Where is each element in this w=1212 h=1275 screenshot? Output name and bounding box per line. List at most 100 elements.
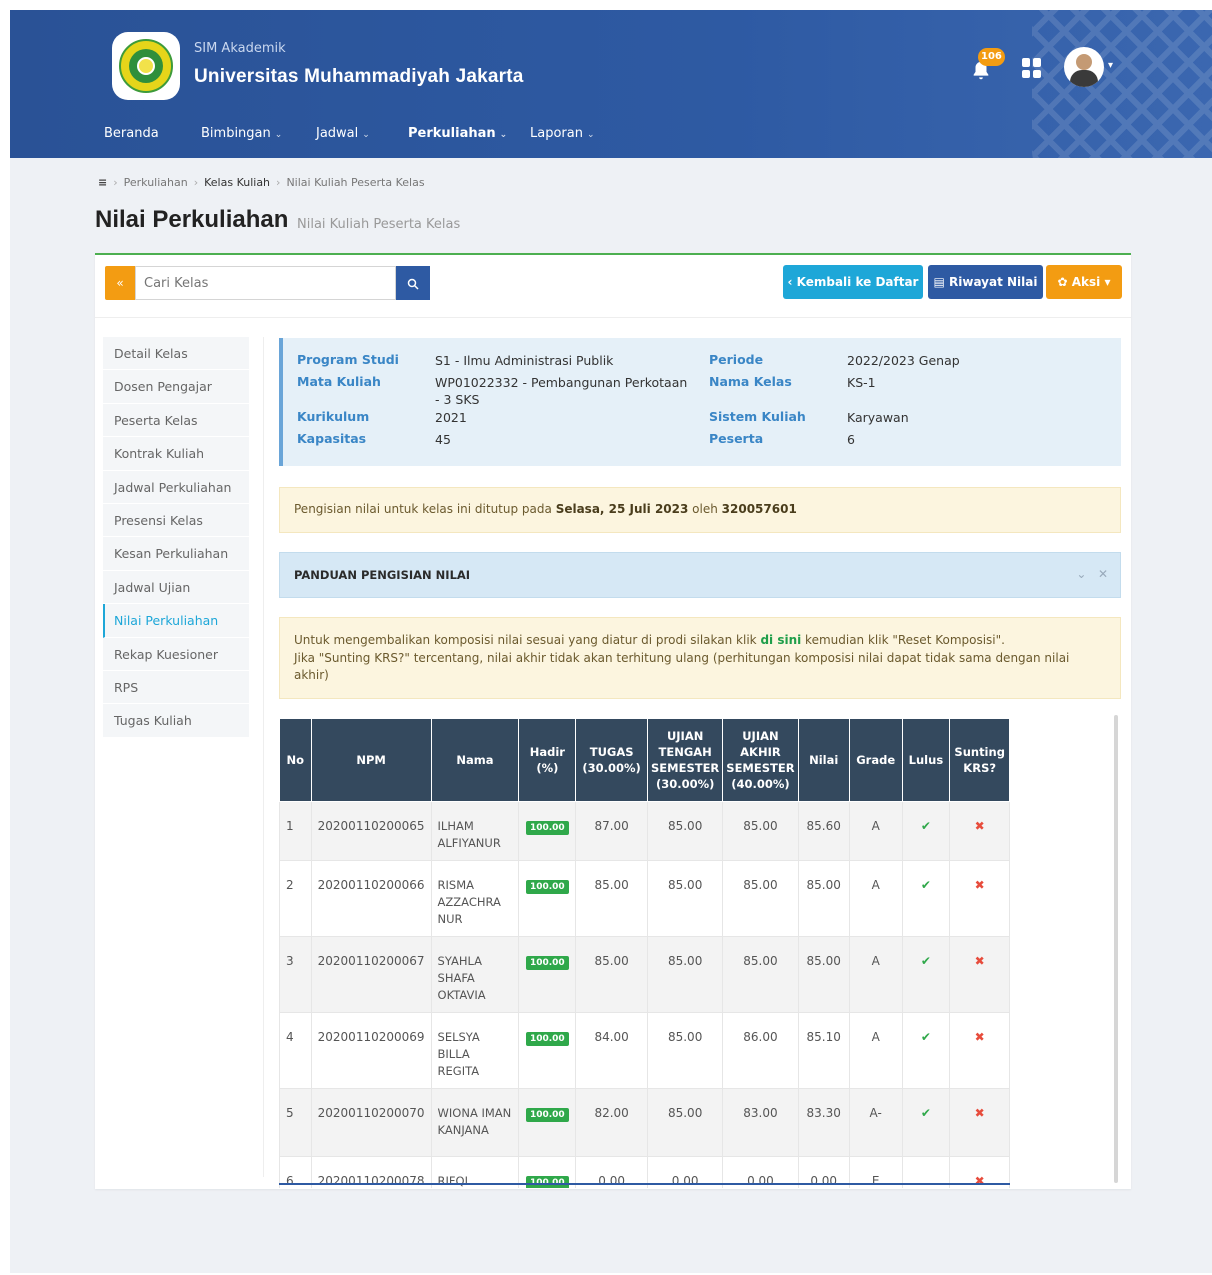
kurikulum-label: Kurikulum: [297, 409, 370, 424]
grade-history-button[interactable]: ▤ Riwayat Nilai: [928, 265, 1043, 299]
attendance-badge: 100.00: [525, 1108, 569, 1122]
cell-uas: 85.00: [722, 801, 799, 861]
cell-sunting: ✖: [949, 1088, 1010, 1157]
main-nav: Beranda Bimbingan ⌄ Jadwal ⌄ Perkuliahan ⌄ …: [10, 120, 1212, 150]
cross-icon[interactable]: ✖: [975, 1030, 985, 1044]
sidebar-item-detail-kelas[interactable]: Detail Kelas: [103, 337, 249, 371]
cell-npm: 20200110200066: [310, 860, 432, 937]
breadcrumb-current: Nilai Kuliah Peserta Kelas: [286, 176, 425, 189]
sidebar-item-dosen-pengajar[interactable]: Dosen Pengajar: [103, 370, 249, 404]
caret-down-icon[interactable]: ▾: [1108, 60, 1113, 71]
search-button[interactable]: [396, 266, 430, 300]
page-title: Nilai Perkuliahan: [95, 206, 289, 233]
cross-icon[interactable]: ✖: [975, 1106, 985, 1120]
top-header: SIM Akademik Universitas Muhammadiyah Ja…: [10, 10, 1212, 158]
nav-item-laporan[interactable]: Laporan ⌄: [530, 126, 595, 141]
col-lulus: Lulus: [901, 718, 951, 802]
back-to-list-button[interactable]: ‹ Kembali ke Daftar: [783, 265, 923, 299]
mata-kuliah-value: WP01022332 - Pembangunan Perkotaan - 3 S…: [435, 375, 688, 407]
cell-lulus: ✔: [901, 1012, 951, 1089]
cell-uts: 85.00: [647, 1012, 724, 1089]
sistem-kuliah-label: Sistem Kuliah: [709, 409, 806, 424]
cell-npm: 20200110200070: [310, 1088, 432, 1157]
table-row: 2 20200110200066 RISMA AZZACHRA NUR 100.00 8…: [279, 860, 1010, 937]
breadcrumb-perkuliahan[interactable]: Perkuliahan: [124, 176, 188, 189]
attendance-badge: 100.00: [525, 880, 569, 894]
chevron-down-icon: ⌄: [274, 130, 283, 140]
table-row: 3 20200110200067 SYAHLA SHAFA OKTAVIA 100.0…: [279, 936, 1010, 1013]
sidebar-item-nilai-perkuliahan[interactable]: Nilai Perkuliahan: [103, 604, 249, 638]
apps-grid-icon[interactable]: [1022, 58, 1042, 78]
cell-tugas: 82.00: [575, 1088, 649, 1157]
collapse-icon[interactable]: ⌄: [1076, 567, 1086, 581]
action-dropdown-button[interactable]: ✿ Aksi ▾: [1046, 265, 1122, 299]
cell-nama: ILHAM ALFIYANUR: [430, 801, 520, 861]
sidebar-item-kontrak-kuliah[interactable]: Kontrak Kuliah: [103, 437, 249, 471]
cell-npm: 20200110200069: [310, 1012, 432, 1089]
cell-hadir: 100.00: [518, 801, 577, 861]
sidebar-item-rekap-kuesioner[interactable]: Rekap Kuesioner: [103, 637, 249, 671]
cell-hadir: 100.00: [518, 860, 577, 937]
reset-composition-link[interactable]: di sini: [760, 633, 801, 647]
cell-grade: A: [848, 860, 903, 937]
table-bottom-border: [279, 1183, 1010, 1185]
sidebar-item-presensi-kelas[interactable]: Presensi Kelas: [103, 503, 249, 538]
nav-item-bimbingan[interactable]: Bimbingan ⌄: [201, 126, 282, 141]
cell-lulus: ✔: [901, 1088, 951, 1157]
main-panel: « ‹ Kembali ke Daftar ▤ Riwayat Nilai ✿ …: [95, 253, 1131, 1189]
cell-nilai: 85.00: [797, 860, 850, 937]
divider: [95, 317, 1131, 318]
check-icon: ✔: [920, 1030, 931, 1044]
menu-icon[interactable]: ≡: [98, 176, 107, 189]
collapse-button[interactable]: «: [105, 266, 135, 300]
col-no: No: [279, 718, 312, 802]
cell-nama: SYAHLA SHAFA OKTAVIA: [430, 936, 520, 1013]
nav-item-perkuliahan[interactable]: Perkuliahan ⌄: [408, 126, 507, 141]
grading-guide-header[interactable]: PANDUAN PENGISIAN NILAI ⌄ ✕: [279, 552, 1121, 598]
chevron-left-icon: ‹: [787, 275, 797, 289]
cell-uts: 85.00: [647, 860, 724, 937]
peserta-value: 6: [847, 432, 855, 447]
cross-icon[interactable]: ✖: [975, 954, 985, 968]
university-title[interactable]: Universitas Muhammadiyah Jakarta: [194, 66, 524, 88]
check-icon: ✔: [920, 954, 931, 968]
gear-icon: ✿: [1057, 275, 1072, 289]
app-subtitle: SIM Akademik: [194, 41, 286, 56]
nav-item-jadwal[interactable]: Jadwal ⌄: [316, 126, 370, 141]
cell-nilai: 85.60: [797, 801, 850, 861]
sidebar-item-jadwal-perkuliahan[interactable]: Jadwal Perkuliahan: [103, 470, 249, 504]
nav-item-beranda[interactable]: Beranda: [104, 126, 159, 141]
check-icon: ✔: [920, 819, 931, 833]
check-icon: ✔: [920, 878, 931, 892]
cell-nilai: 85.00: [797, 936, 850, 1013]
sidebar-item-kesan-perkuliahan[interactable]: Kesan Perkuliahan: [103, 537, 249, 571]
cell-nilai: 85.10: [797, 1012, 850, 1089]
page-subtitle: Nilai Kuliah Peserta Kelas: [297, 217, 461, 232]
col-nama: Nama: [430, 718, 520, 802]
breadcrumb-kelas-kuliah[interactable]: Kelas Kuliah: [204, 176, 270, 189]
table-row: 5 20200110200070 WIONA IMAN KANJANA 100.00 8…: [279, 1088, 1010, 1157]
sidebar-divider: [263, 337, 264, 1177]
user-avatar[interactable]: [1064, 47, 1104, 87]
grading-guide-body: Untuk mengembalikan komposisi nilai sesu…: [279, 617, 1121, 699]
search-class-input[interactable]: [135, 266, 396, 300]
sidebar-item-tugas-kuliah[interactable]: Tugas Kuliah: [103, 704, 249, 738]
col-nilai: Nilai: [797, 718, 850, 802]
periode-label: Periode: [709, 352, 764, 367]
cell-no: 1: [279, 801, 312, 861]
cross-icon[interactable]: ✖: [975, 878, 985, 892]
sidebar-item-jadwal-ujian[interactable]: Jadwal Ujian: [103, 570, 249, 605]
cross-icon[interactable]: ✖: [975, 819, 985, 833]
cross-icon[interactable]: ✖: [975, 1174, 985, 1188]
attendance-badge: 100.00: [525, 956, 569, 970]
university-logo[interactable]: [112, 32, 180, 100]
col-sunting: Sunting KRS?: [949, 718, 1010, 802]
sidebar-item-peserta-kelas[interactable]: Peserta Kelas: [103, 403, 249, 438]
sidebar-item-rps[interactable]: RPS: [103, 670, 249, 705]
close-icon[interactable]: ✕: [1098, 567, 1108, 581]
table-scrollbar[interactable]: [1114, 715, 1118, 1183]
cell-hadir: 100.00: [518, 1088, 577, 1157]
attendance-badge: 100.00: [525, 821, 569, 835]
cell-nama: RISMA AZZACHRA NUR: [430, 860, 520, 937]
cell-tugas: 85.00: [575, 936, 649, 1013]
